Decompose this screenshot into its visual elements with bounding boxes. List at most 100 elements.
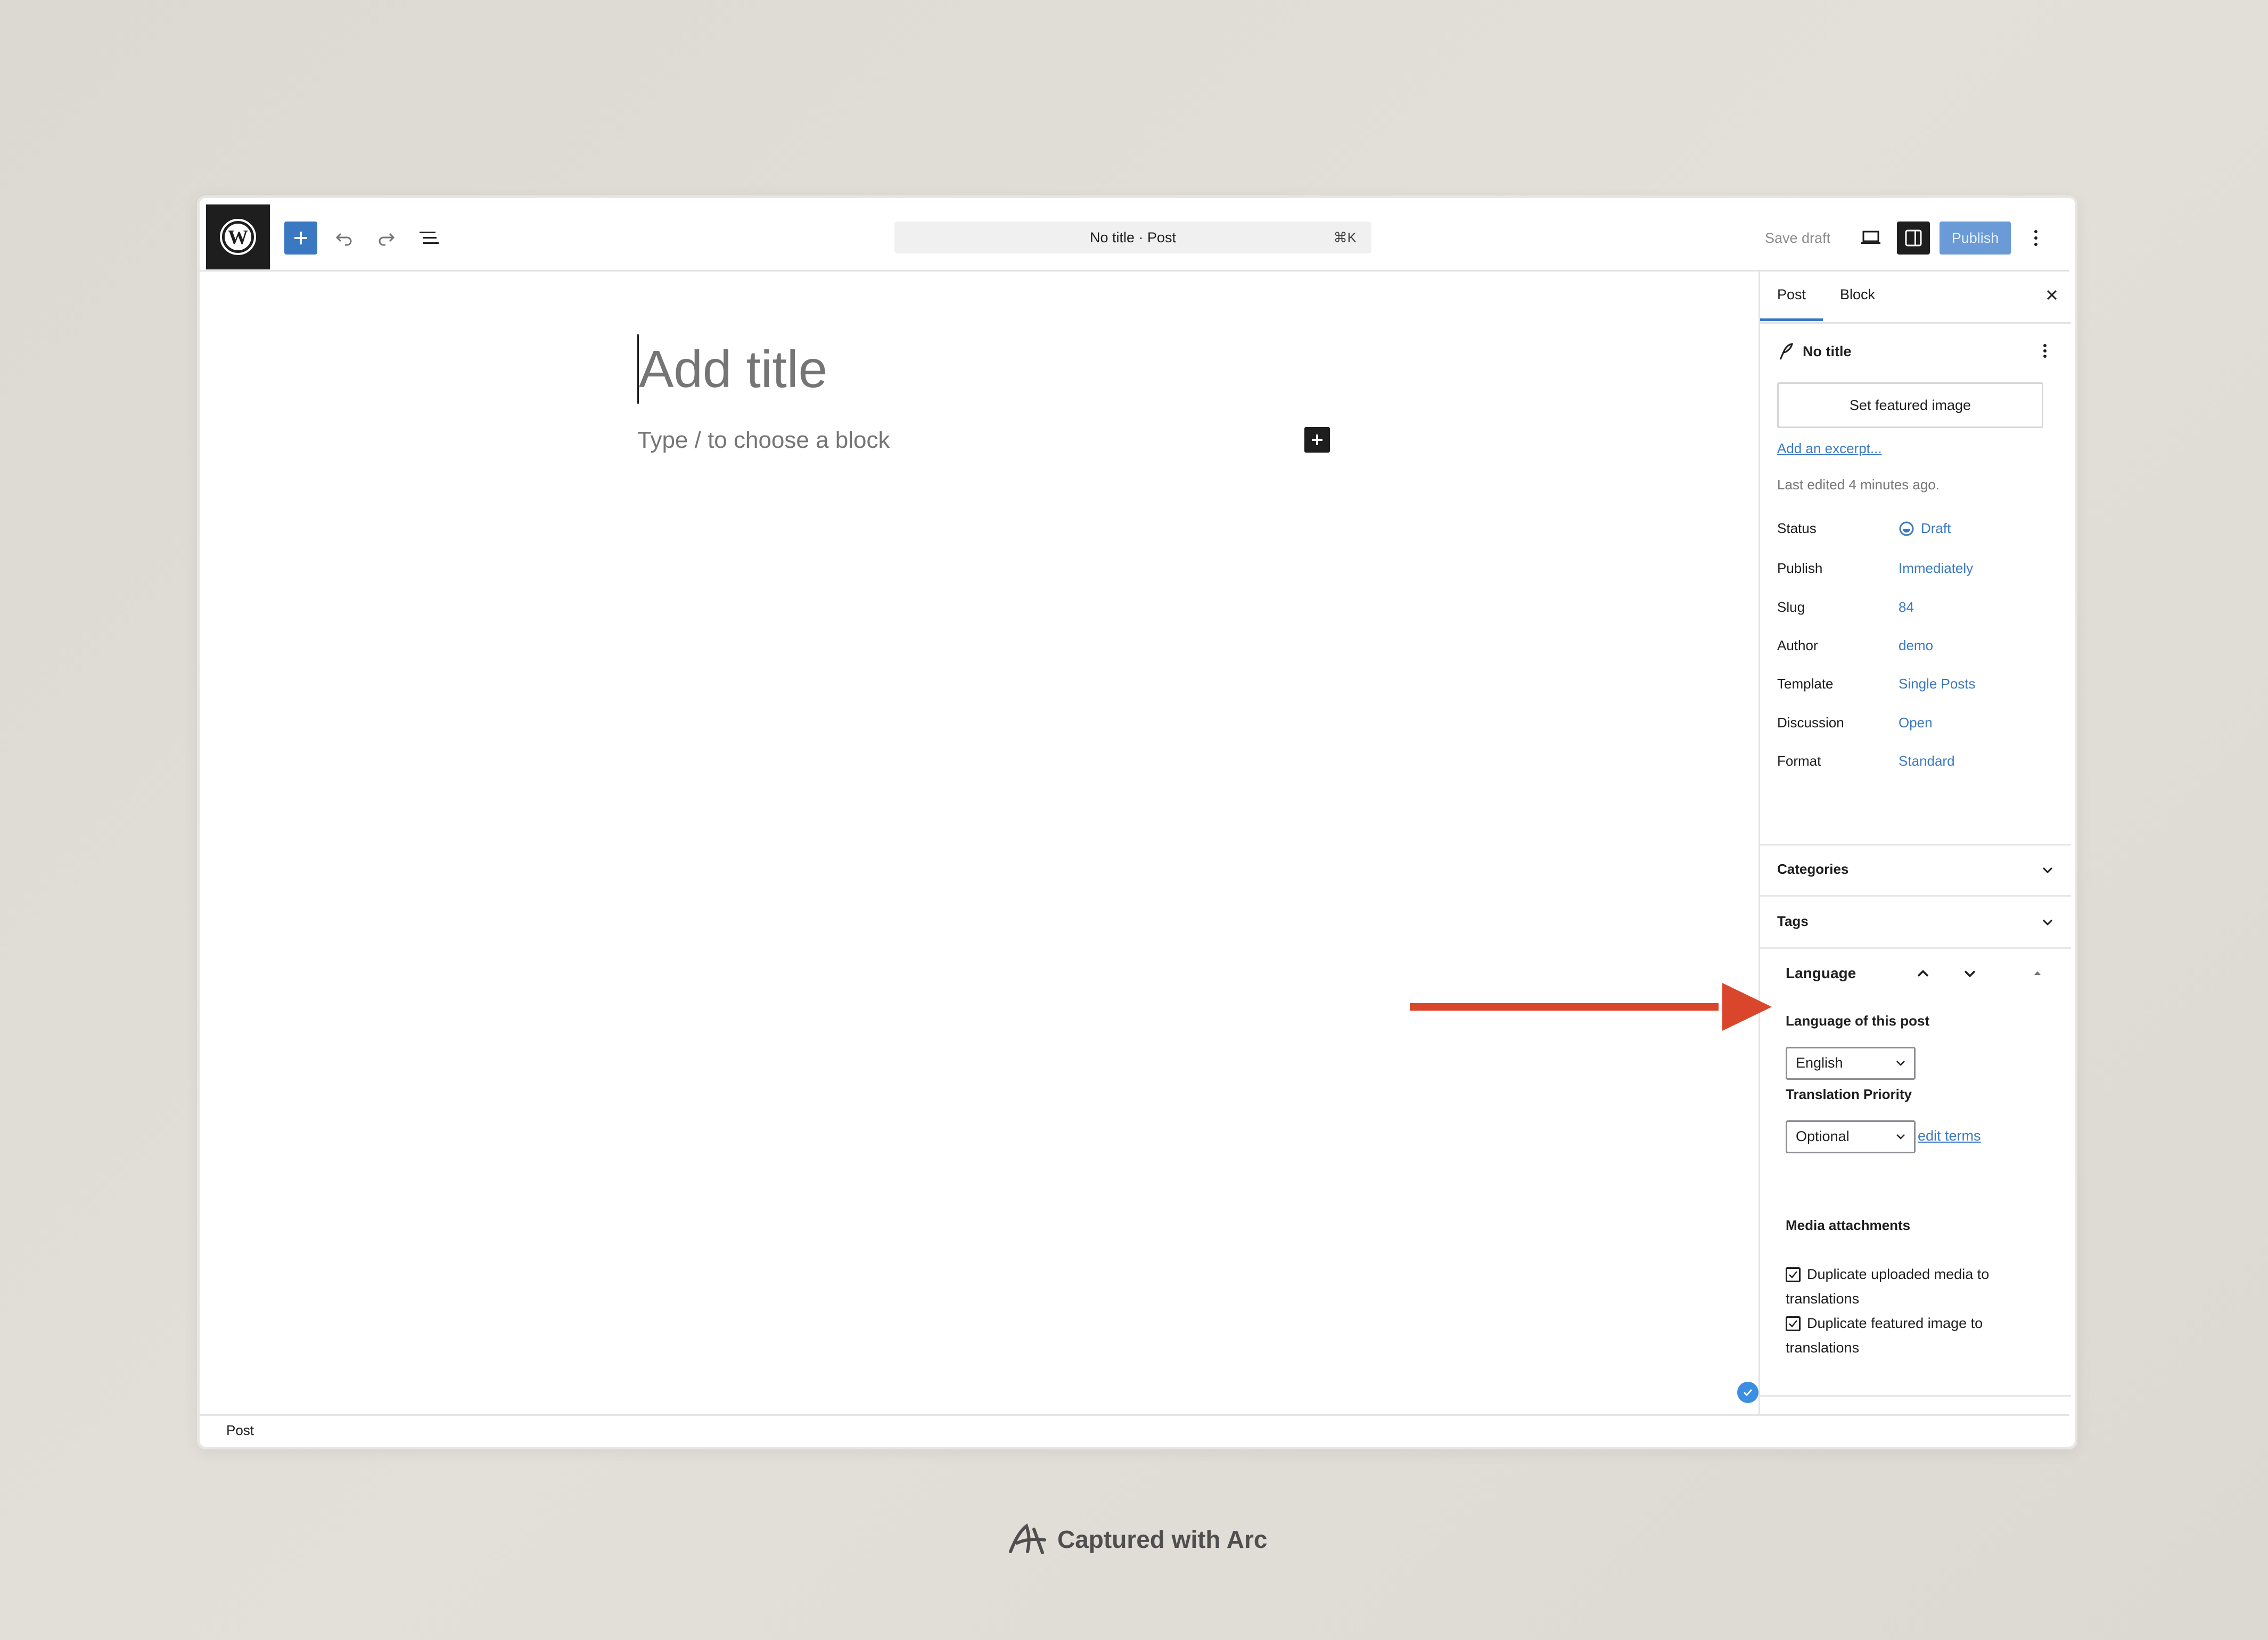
panel-title: Categories (1777, 861, 1849, 877)
checkmark-icon (1789, 1320, 1797, 1327)
redo-button[interactable] (370, 222, 403, 255)
plus-icon (1312, 434, 1322, 445)
discussion-value[interactable]: Open (1899, 715, 1933, 731)
post-title-label: No title (1803, 343, 1852, 359)
save-draft-button[interactable]: Save draft (1765, 224, 1830, 252)
undo-button[interactable] (327, 222, 360, 255)
tab-post[interactable]: Post (1777, 286, 1806, 303)
editor-statusbar: Post (200, 1414, 2069, 1442)
draft-status-icon (1899, 521, 1914, 536)
meta-label: Slug (1777, 599, 1805, 615)
chevron-down-icon (1896, 1061, 1905, 1066)
slug-value[interactable]: 84 (1899, 599, 1914, 616)
template-value[interactable]: Single Posts (1899, 676, 1976, 692)
meta-label: Author (1777, 637, 1818, 653)
list-view-icon (420, 232, 439, 244)
preview-button[interactable] (1854, 222, 1887, 255)
translation-priority-select[interactable]: Optional (1786, 1120, 1916, 1153)
post-title-input[interactable]: Add title (637, 334, 827, 404)
status-value[interactable]: Draft (1899, 520, 1951, 537)
priority-select-value: Optional (1796, 1128, 1850, 1144)
desktop-preview-icon (1861, 231, 1880, 244)
annotation-arrow-icon (1410, 983, 1772, 1031)
publish-button[interactable]: Publish (1940, 222, 2011, 255)
breadcrumb[interactable]: Post (226, 1422, 254, 1439)
duplicate-media-checkbox[interactable] (1786, 1267, 1801, 1282)
collapse-triangle-icon[interactable] (2031, 966, 2044, 980)
last-edited-text: Last edited 4 minutes ago. (1777, 477, 1940, 493)
active-tab-indicator (1760, 318, 1823, 321)
chevron-down-icon (1896, 1134, 1905, 1139)
command-palette-bar[interactable]: No title · Post ⌘K (894, 222, 1371, 253)
move-up-icon[interactable] (1912, 963, 1934, 984)
sidebar-tabs: Post Block (1760, 272, 2071, 324)
duplicate-media-label: Duplicate uploaded media to translations (1786, 1266, 1990, 1307)
block-placeholder[interactable]: Type / to choose a block (637, 427, 890, 454)
meta-row-discussion: Discussion Open (1777, 715, 2054, 736)
add-block-button[interactable] (284, 222, 317, 255)
set-featured-image-button[interactable]: Set featured image (1777, 382, 2043, 428)
top-toolbar: W No title · Post ⌘K Save draft Publish (200, 198, 2069, 272)
more-vertical-icon (2034, 230, 2037, 246)
sidebar-toggle-icon (1905, 229, 1922, 247)
editor-canvas[interactable]: Add title Type / to choose a block (200, 272, 1758, 1414)
meta-row-format: Format Standard (1777, 753, 2054, 774)
redo-icon (379, 233, 395, 246)
meta-row-publish: Publish Immediately (1777, 560, 2054, 581)
wordpress-logo-icon[interactable]: W (206, 204, 270, 269)
post-title-row: No title (1777, 342, 1852, 360)
meta-label: Discussion (1777, 715, 1844, 731)
language-panel-title: Language (1786, 965, 1856, 981)
categories-panel-toggle[interactable]: Categories (1760, 844, 2071, 897)
status-value-text: Draft (1921, 520, 1951, 536)
duplicate-featured-checkbox[interactable] (1786, 1316, 1801, 1331)
document-title: No title · Post (1089, 229, 1177, 245)
format-value[interactable]: Standard (1899, 753, 1955, 769)
close-icon (2047, 290, 2057, 300)
shortcut-hint: ⌘K (1333, 229, 1357, 245)
meta-label: Format (1777, 753, 1821, 769)
meta-row-status: Status Draft (1777, 520, 2054, 542)
post-summary-panel: No title Set featured image Add an excer… (1760, 322, 2071, 846)
translation-priority-label: Translation Priority (1786, 1086, 1912, 1102)
language-field-label: Language of this post (1786, 1013, 1930, 1029)
duplicate-featured-option: Duplicate featured image to translations (1786, 1311, 2052, 1360)
meta-row-slug: Slug 84 (1777, 599, 2054, 620)
settings-toggle-button[interactable] (1897, 222, 1930, 255)
media-attachments-title: Media attachments (1786, 1217, 1911, 1233)
post-feather-icon (1779, 343, 1793, 360)
language-select[interactable]: English (1786, 1047, 1916, 1080)
add-excerpt-link[interactable]: Add an excerpt... (1777, 440, 1882, 457)
arc-logo-icon (1009, 1523, 1046, 1554)
author-value[interactable]: demo (1899, 637, 1933, 654)
publish-date-value[interactable]: Immediately (1899, 560, 1973, 577)
edit-terms-link[interactable]: edit terms (1918, 1128, 1981, 1144)
undo-icon (335, 233, 352, 246)
language-select-value: English (1796, 1055, 1843, 1071)
capture-footer: Captured with Arc (1007, 1522, 1267, 1557)
post-actions-button[interactable] (2042, 341, 2061, 363)
duplicate-media-option: Duplicate uploaded media to translations (1786, 1262, 2052, 1311)
chevron-down-icon (2042, 867, 2053, 874)
checkmark-badge-icon[interactable] (1737, 1382, 1758, 1403)
meta-row-template: Template Single Posts (1777, 676, 2054, 697)
move-down-icon[interactable] (1959, 963, 1981, 984)
meta-label: Publish (1777, 560, 1823, 576)
inline-add-block-button[interactable] (1304, 427, 1330, 453)
capture-footer-text: Captured with Arc (1057, 1526, 1268, 1553)
panel-title: Tags (1777, 913, 1809, 929)
settings-sidebar: Post Block No title Set featured image A… (1758, 272, 2071, 1414)
tab-block[interactable]: Block (1840, 286, 1875, 303)
language-panel: Language Language of this post English T… (1760, 948, 2071, 1397)
tags-panel-toggle[interactable]: Tags (1760, 896, 2071, 949)
meta-label: Status (1777, 520, 1817, 536)
checkmark-icon (1789, 1271, 1797, 1278)
close-sidebar-button[interactable] (2042, 285, 2061, 305)
plus-icon (294, 232, 307, 244)
chevron-down-icon (2042, 919, 2053, 926)
editor-window: W No title · Post ⌘K Save draft Publish … (197, 195, 2077, 1449)
options-menu-button[interactable] (2025, 222, 2047, 255)
svg-text:W: W (228, 226, 248, 249)
more-vertical-icon (2043, 344, 2047, 358)
document-overview-button[interactable] (413, 222, 446, 255)
